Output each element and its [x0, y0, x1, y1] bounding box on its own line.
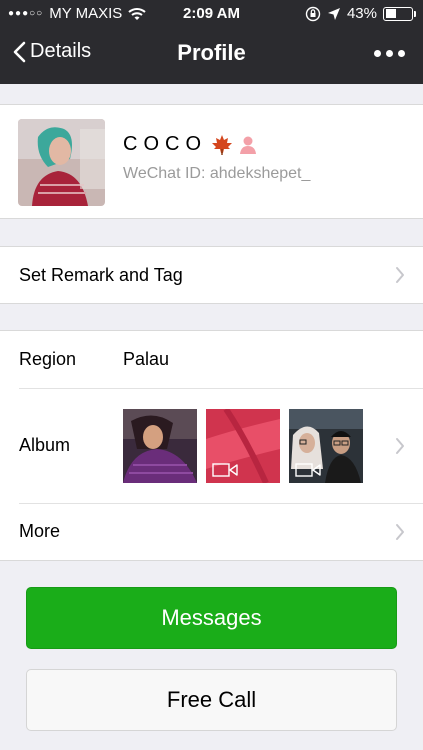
region-value: Palau	[123, 349, 170, 369]
album-video[interactable]	[289, 408, 363, 483]
lock-rotation-icon	[305, 6, 321, 21]
more-options-button[interactable]	[370, 46, 409, 61]
nickname: COCO	[123, 133, 207, 155]
info-card: Region Palau Album More	[0, 330, 423, 561]
top-bar: ●●●○○ MY MAXIS 2:09 AM 43% Details Profi…	[0, 0, 423, 84]
region-label: Region	[19, 349, 77, 369]
back-button[interactable]: Details	[12, 40, 91, 63]
more-row[interactable]: More	[0, 503, 423, 560]
video-icon	[212, 462, 238, 477]
album-video[interactable]	[206, 408, 280, 483]
album-row[interactable]: Album	[0, 388, 423, 503]
chevron-right-icon	[396, 267, 404, 283]
back-chevron-icon	[13, 41, 26, 62]
status-right: 43%	[305, 5, 416, 22]
video-icon	[295, 462, 321, 477]
back-label: Details	[30, 40, 92, 62]
set-remark-label: Set Remark and Tag	[19, 264, 183, 285]
wechat-id: WeChat ID: ahdekshepet_	[123, 165, 311, 182]
region-row: Region Palau	[0, 331, 423, 388]
status-bar: ●●●○○ MY MAXIS 2:09 AM 43%	[0, 0, 423, 28]
chevron-right-icon	[396, 523, 404, 540]
nav-bar: Details Profile	[0, 28, 423, 84]
chevron-right-icon	[396, 437, 404, 454]
more-dots-icon	[398, 50, 405, 57]
maple-leaf-icon	[212, 134, 232, 155]
more-label: More	[19, 521, 61, 541]
album-thumbnails	[123, 408, 363, 483]
more-dots-icon	[374, 50, 381, 57]
profile-card: COCO WeChat ID: ahdekshepet_	[0, 104, 423, 219]
messages-button[interactable]: Messages	[26, 587, 397, 649]
avatar[interactable]	[18, 119, 105, 206]
album-label: Album	[19, 435, 71, 455]
free-call-button[interactable]: Free Call	[26, 669, 397, 731]
album-photo[interactable]	[123, 408, 197, 483]
profile-name: COCO	[123, 133, 259, 156]
set-remark-row[interactable]: Set Remark and Tag	[0, 246, 423, 304]
location-arrow-icon	[327, 7, 340, 20]
set-remark-content: Set Remark and Tag	[0, 247, 423, 303]
battery-percent: 43%	[346, 5, 377, 22]
battery-icon	[383, 6, 416, 21]
battery-level-fill	[385, 9, 396, 18]
more-dots-icon	[386, 50, 393, 57]
female-person-icon	[240, 136, 256, 154]
